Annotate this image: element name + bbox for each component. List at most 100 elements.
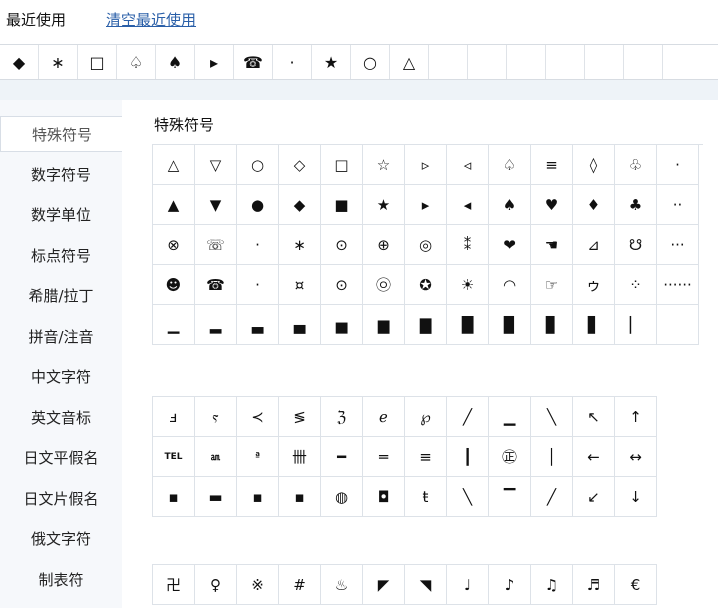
- symbol-cell[interactable]: ······: [657, 265, 699, 305]
- symbol-cell[interactable]: ⲋ: [195, 397, 237, 437]
- sidebar-item[interactable]: 希腊/拉丁: [0, 278, 122, 314]
- symbol-cell[interactable]: ·: [237, 265, 279, 305]
- symbol-cell[interactable]: ㉧: [363, 265, 405, 305]
- symbol-cell[interactable]: ℨ: [321, 397, 363, 437]
- recent-symbol-cell[interactable]: ∗: [39, 45, 78, 79]
- symbol-cell[interactable]: ♫: [531, 565, 573, 605]
- symbol-cell[interactable]: ╲: [531, 397, 573, 437]
- symbol-cell[interactable]: ●: [237, 185, 279, 225]
- symbol-cell[interactable]: ⁘: [615, 265, 657, 305]
- recent-symbol-cell[interactable]: [429, 45, 468, 79]
- symbol-cell[interactable]: ═: [363, 437, 405, 477]
- symbol-cell[interactable]: ☋: [615, 225, 657, 265]
- symbol-cell[interactable]: ℘: [405, 397, 447, 437]
- symbol-cell[interactable]: ╲: [447, 477, 489, 517]
- sidebar-item[interactable]: 中文字符: [0, 359, 122, 395]
- symbol-cell[interactable]: ¤: [279, 265, 321, 305]
- symbol-cell[interactable]: ▁: [489, 397, 531, 437]
- symbol-cell[interactable]: ▽: [195, 145, 237, 185]
- symbol-cell[interactable]: ❤: [489, 225, 531, 265]
- symbol-cell[interactable]: ╱: [531, 477, 573, 517]
- symbol-cell[interactable]: #: [279, 565, 321, 605]
- symbol-cell[interactable]: ◎: [405, 225, 447, 265]
- symbol-cell[interactable]: 卍: [153, 565, 195, 605]
- recent-symbol-cell[interactable]: ♠: [156, 45, 195, 79]
- symbol-cell[interactable]: ◤: [363, 565, 405, 605]
- symbol-cell[interactable]: □: [321, 145, 363, 185]
- symbol-cell[interactable]: ♬: [573, 565, 615, 605]
- symbol-cell[interactable]: ㊣: [489, 437, 531, 477]
- symbol-cell[interactable]: ▄: [279, 305, 321, 345]
- symbol-cell[interactable]: ♦: [573, 185, 615, 225]
- symbol-cell[interactable]: ※: [237, 565, 279, 605]
- symbol-cell[interactable]: ○: [237, 145, 279, 185]
- symbol-cell[interactable]: ▉: [489, 305, 531, 345]
- symbol-cell[interactable]: █: [447, 305, 489, 345]
- symbol-cell[interactable]: ◊: [573, 145, 615, 185]
- symbol-cell[interactable]: ▅: [321, 305, 363, 345]
- recent-symbol-cell[interactable]: [663, 45, 718, 79]
- sidebar-item[interactable]: 日文片假名: [0, 481, 122, 517]
- symbol-cell[interactable]: ━: [321, 437, 363, 477]
- recent-symbol-cell[interactable]: [624, 45, 663, 79]
- sidebar-item[interactable]: 拼音/注音: [0, 319, 122, 355]
- symbol-cell[interactable]: ☆: [363, 145, 405, 185]
- symbol-cell[interactable]: ℯ: [363, 397, 405, 437]
- symbol-cell[interactable]: ▬: [195, 477, 237, 517]
- recent-symbol-cell[interactable]: ▸: [195, 45, 234, 79]
- recent-symbol-cell[interactable]: ○: [351, 45, 390, 79]
- symbol-cell[interactable]: ▃: [237, 305, 279, 345]
- recent-symbol-cell[interactable]: ♤: [117, 45, 156, 79]
- symbol-cell[interactable]: ⊗: [153, 225, 195, 265]
- symbol-cell[interactable]: ♣: [615, 185, 657, 225]
- symbol-cell[interactable]: ╱: [447, 397, 489, 437]
- sidebar-item[interactable]: 制表符: [0, 562, 122, 598]
- sidebar-item[interactable]: 日文平假名: [0, 440, 122, 476]
- sidebar-item[interactable]: 俄文字符: [0, 521, 122, 557]
- symbol-cell[interactable]: ■: [321, 185, 363, 225]
- symbol-cell[interactable]: ↑: [615, 397, 657, 437]
- symbol-cell[interactable]: 卌: [279, 437, 321, 477]
- sidebar-item[interactable]: 标点符号: [0, 238, 122, 274]
- symbol-cell[interactable]: ☚: [531, 225, 573, 265]
- symbol-cell[interactable]: ♥: [531, 185, 573, 225]
- symbol-cell[interactable]: ▋: [573, 305, 615, 345]
- symbol-cell[interactable]: ↖: [573, 397, 615, 437]
- symbol-cell[interactable]: │: [531, 437, 573, 477]
- symbol-cell[interactable]: ♪: [489, 565, 531, 605]
- symbol-cell[interactable]: ·: [237, 225, 279, 265]
- symbol-cell[interactable]: ←: [573, 437, 615, 477]
- symbol-cell[interactable]: ≡: [531, 145, 573, 185]
- symbol-cell[interactable]: ↙: [573, 477, 615, 517]
- symbol-cell[interactable]: ◍: [321, 477, 363, 517]
- recent-symbol-cell[interactable]: △: [390, 45, 429, 79]
- symbol-cell[interactable]: ✪: [405, 265, 447, 305]
- symbol-cell[interactable]: ▼: [195, 185, 237, 225]
- symbol-cell[interactable]: ☞: [531, 265, 573, 305]
- symbol-cell[interactable]: ▹: [405, 145, 447, 185]
- symbol-cell[interactable]: ◆: [279, 185, 321, 225]
- recent-symbol-cell[interactable]: □: [78, 45, 117, 79]
- symbol-cell[interactable]: ☻: [153, 265, 195, 305]
- symbol-cell[interactable]: ┃: [447, 437, 489, 477]
- symbol-cell[interactable]: ◠: [489, 265, 531, 305]
- symbol-cell[interactable]: ◥: [405, 565, 447, 605]
- symbol-cell[interactable]: ㏂: [195, 437, 237, 477]
- symbol-cell[interactable]: ···: [657, 225, 699, 265]
- symbol-cell[interactable]: ◂: [447, 185, 489, 225]
- symbol-cell[interactable]: €: [615, 565, 657, 605]
- symbol-cell[interactable]: ◃: [447, 145, 489, 185]
- recent-symbol-cell[interactable]: ★: [312, 45, 351, 79]
- symbol-cell[interactable]: △: [153, 145, 195, 185]
- recent-symbol-cell[interactable]: [507, 45, 546, 79]
- symbol-cell[interactable]: ▁: [153, 305, 195, 345]
- recent-symbol-cell[interactable]: [546, 45, 585, 79]
- symbol-cell[interactable]: ♩: [447, 565, 489, 605]
- symbol-cell[interactable]: ☏: [195, 225, 237, 265]
- symbol-cell[interactable]: ▪: [153, 477, 195, 517]
- symbol-cell[interactable]: ▆: [363, 305, 405, 345]
- symbol-cell[interactable]: ⅎ: [153, 397, 195, 437]
- symbol-cell[interactable]: ≡: [405, 437, 447, 477]
- symbol-cell[interactable]: ★: [363, 185, 405, 225]
- recent-symbol-cell[interactable]: ·: [273, 45, 312, 79]
